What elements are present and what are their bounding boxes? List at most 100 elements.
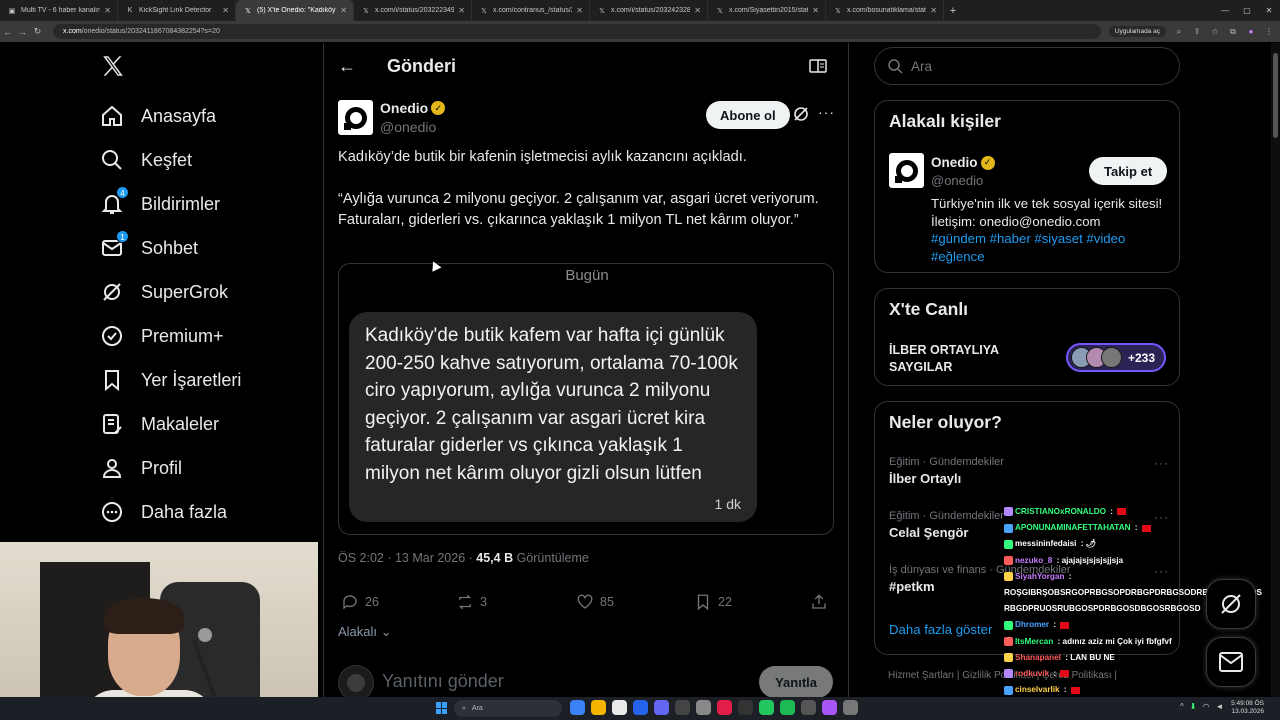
app-icon[interactable]	[654, 700, 669, 715]
menu-icon[interactable]: ⋮	[1264, 27, 1274, 36]
nav-item-4[interactable]: SuperGrok	[100, 274, 228, 310]
show-more-link[interactable]: Daha fazla göster	[889, 622, 992, 637]
app-icon[interactable]	[738, 700, 753, 715]
nav-item-7[interactable]: Makaleler	[100, 406, 219, 442]
grok-icon[interactable]	[793, 106, 809, 122]
follow-button[interactable]: Takip et	[1089, 157, 1168, 185]
app-icon[interactable]	[570, 700, 585, 715]
live-listeners-pill[interactable]: +233	[1066, 343, 1166, 372]
browser-tab[interactable]: 𝕏x.com/Siyasettin2015/status/20 ✕	[708, 0, 826, 21]
nav-item-3[interactable]: 1 Sohbet	[100, 230, 198, 266]
forward-nav-icon[interactable]: →	[15, 27, 30, 37]
x-logo-icon[interactable]	[100, 53, 126, 79]
close-window-icon[interactable]: ✕	[1258, 6, 1280, 15]
windows-start-icon[interactable]	[436, 702, 448, 714]
wifi-icon[interactable]: ◠	[1202, 702, 1209, 711]
close-tab-icon[interactable]: ✕	[576, 6, 583, 15]
browser-tab[interactable]: 𝕏x.com/i/status/2032223491462✕	[354, 0, 472, 21]
back-nav-icon[interactable]: ←	[0, 27, 15, 37]
nav-item-1[interactable]: Keşfet	[100, 142, 192, 178]
app-icon[interactable]	[612, 700, 627, 715]
grok-float-button[interactable]	[1206, 579, 1256, 629]
nav-item-0[interactable]: Anasayfa	[100, 98, 216, 134]
related-person-avatar[interactable]	[889, 153, 924, 188]
more-options-icon[interactable]: ···	[818, 104, 835, 120]
listener-avatar	[1101, 347, 1122, 368]
zoom-icon[interactable]: ⌕	[1174, 27, 1184, 37]
trend-item[interactable]: Eğitim · Gündemdekiler İlber Ortaylı ···	[889, 456, 1169, 486]
author-handle[interactable]: @onedio	[380, 119, 436, 135]
live-space-title[interactable]: İLBER ORTAYLIYA SAYGILAR	[889, 342, 1039, 376]
subscribe-button[interactable]: Abone ol	[706, 101, 790, 129]
app-icon[interactable]	[675, 700, 690, 715]
nav-item-5[interactable]: Premium+	[100, 318, 224, 354]
app-icon[interactable]	[591, 700, 606, 715]
taskbar-clock[interactable]: 5:49:08 ÖS 13.03.2026	[1231, 700, 1264, 716]
page-scrollbar[interactable]	[1271, 43, 1280, 700]
reader-mode-icon[interactable]	[809, 59, 827, 73]
minimize-icon[interactable]: —	[1214, 6, 1236, 15]
star-icon[interactable]: ☆	[1210, 27, 1220, 36]
browser-tab[interactable]: ▣ Multi TV - 6 haber kanalını aynı ✕	[0, 0, 118, 21]
more-options-icon[interactable]: ···	[1154, 456, 1169, 470]
close-tab-icon[interactable]: ✕	[222, 6, 229, 15]
close-tab-icon[interactable]: ✕	[812, 6, 819, 15]
taskbar-search[interactable]: ⌕ Ara	[454, 700, 562, 717]
nav-item-2[interactable]: 4 Bildirimler	[100, 186, 220, 222]
close-tab-icon[interactable]: ✕	[458, 6, 465, 15]
reply-input[interactable]: Yanıtını gönder	[382, 671, 504, 692]
bookmark-action[interactable]: 22	[694, 593, 732, 611]
nav-item-9[interactable]: Daha fazla	[100, 494, 227, 530]
profile-icon[interactable]: ●	[1246, 27, 1256, 36]
related-person-hashtags[interactable]: #gündem #haber #siyaset #video #eğlence	[931, 230, 1169, 265]
browser-tab[interactable]: 𝕏x.com/bosunatiklama/status/20 ✕	[826, 0, 944, 21]
author-name: Onedio	[380, 100, 429, 116]
app-icon[interactable]	[759, 700, 774, 715]
browser-tab[interactable]: 𝕏x.com/i/status/2032423284881✕	[590, 0, 708, 21]
open-in-app-button[interactable]: Uygulamada aç	[1108, 26, 1166, 37]
like-action[interactable]: 85	[576, 593, 614, 611]
app-icon[interactable]	[633, 700, 648, 715]
search-input[interactable]: Ara	[874, 47, 1180, 85]
tray-chevron-icon[interactable]: ^	[1180, 702, 1184, 711]
new-tab-button[interactable]: +	[944, 5, 962, 17]
related-toggle[interactable]: Alakalı ⌄	[338, 624, 392, 640]
app-icon[interactable]	[822, 700, 837, 715]
browser-tab[interactable]: K KickSight Link Detector ✕	[118, 0, 236, 21]
nav-item-8[interactable]: Profil	[100, 450, 182, 486]
related-person-name-row[interactable]: Onedio ✓	[931, 155, 995, 170]
author-avatar[interactable]	[338, 100, 373, 135]
browser-tab[interactable]: 𝕏 (5) X'te Onedio: "Kadıköy'de bu ✕	[236, 0, 354, 21]
listener-count: +233	[1128, 350, 1156, 365]
app-icon[interactable]	[696, 700, 711, 715]
app-icon[interactable]	[843, 700, 858, 715]
post-media-screenshot[interactable]: Bugün Kadıköy'de butik kafem var hafta i…	[338, 263, 834, 535]
tray-app-icon[interactable]: ⬇	[1190, 702, 1197, 711]
reply-button[interactable]: Yanıtla	[759, 666, 833, 698]
url-field[interactable]: x.com/onedio/status/2032411867084382254?…	[53, 24, 1101, 39]
app-icon[interactable]	[780, 700, 795, 715]
scroll-thumb[interactable]	[1273, 53, 1278, 138]
reload-icon[interactable]: ↻	[30, 26, 45, 37]
app-icon[interactable]	[717, 700, 732, 715]
close-tab-icon[interactable]: ✕	[340, 6, 347, 15]
messages-float-button[interactable]	[1206, 637, 1256, 687]
extensions-icon[interactable]: ⧉	[1228, 27, 1238, 37]
back-arrow-icon[interactable]: ←	[323, 56, 371, 77]
nav-item-6[interactable]: Yer İşaretleri	[100, 362, 241, 398]
close-tab-icon[interactable]: ✕	[104, 6, 111, 15]
related-person-handle[interactable]: @onedio	[931, 173, 983, 188]
follow-button-label: Takip et	[1104, 163, 1153, 179]
close-tab-icon[interactable]: ✕	[930, 6, 937, 15]
reply-action[interactable]: 26	[341, 593, 379, 611]
share-action[interactable]	[810, 593, 828, 611]
author-name-row[interactable]: Onedio ✓	[380, 100, 446, 116]
browser-tab[interactable]: 𝕏x.com/contrarius_/status/20323 ✕	[472, 0, 590, 21]
close-tab-icon[interactable]: ✕	[694, 6, 701, 15]
volume-icon[interactable]: ◄	[1215, 702, 1223, 711]
post-timestamp[interactable]: ÖS 2:02 · 13 Mar 2026 ·	[338, 551, 476, 565]
share-icon[interactable]: ⇪	[1192, 27, 1202, 36]
app-icon[interactable]	[801, 700, 816, 715]
maximize-icon[interactable]: ▢	[1236, 6, 1258, 15]
repost-action[interactable]: 3	[456, 593, 487, 611]
